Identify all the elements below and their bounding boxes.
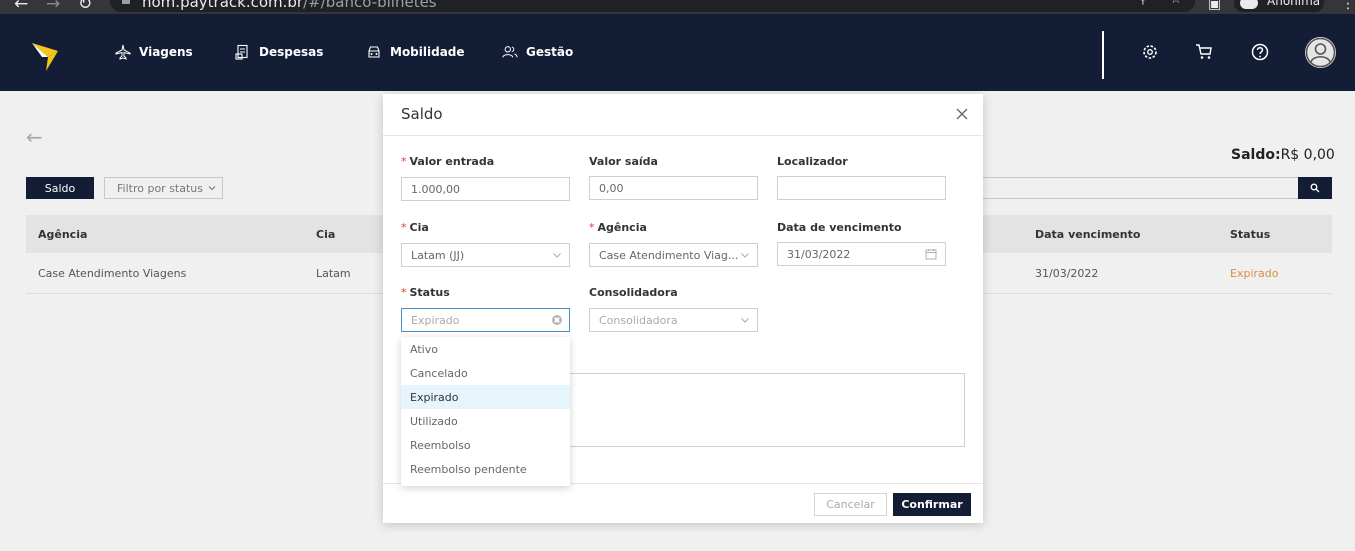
saldo-button[interactable]: Saldo (26, 177, 94, 199)
chevron-down-icon (741, 318, 749, 323)
gear-icon[interactable] (1141, 43, 1159, 61)
consolidadora-label: Consolidadora (589, 286, 678, 299)
confirm-button[interactable]: Confirmar (893, 493, 971, 516)
agencia-label: * Agência (589, 221, 647, 234)
tab-search-icon[interactable]: ▣ (1208, 0, 1221, 14)
col-header-cia[interactable]: Cia (316, 228, 335, 241)
nav-despesas[interactable]: Despesas (235, 44, 323, 60)
agencia-select[interactable]: Case Atendimento Viag... (589, 243, 758, 267)
cell-cia: Latam (316, 267, 351, 280)
profile-label: Anônima (1267, 0, 1321, 8)
status-option-expirado[interactable]: Expirado (401, 385, 570, 409)
status-option-reembolso[interactable]: Reembolso (401, 433, 570, 457)
chevron-down-icon (741, 253, 749, 258)
status-option-cancelado[interactable]: Cancelado (401, 361, 570, 385)
status-select-placeholder: Expirado (411, 313, 460, 327)
chevron-down-icon (208, 186, 216, 191)
profile-pill[interactable]: Anônima (1234, 0, 1324, 12)
browser-menu-icon[interactable]: ⋮ (1341, 0, 1355, 14)
airplane-icon (115, 44, 131, 60)
status-label: * Status (401, 286, 450, 299)
status-filter-label: Filtro por status (117, 181, 203, 195)
cart-icon[interactable] (1195, 43, 1213, 61)
modal-footer: Cancelar Confirmar (383, 483, 983, 523)
incognito-icon (1240, 0, 1258, 9)
status-select[interactable]: Expirado (401, 308, 570, 332)
valor-saida-label: Valor saída (589, 155, 658, 168)
address-bar[interactable]: hom.paytrack.com.br/#/banco-bilhetes ⚲ ☆ (110, 0, 1195, 12)
paytrack-logo-icon[interactable] (30, 39, 60, 73)
col-header-status[interactable]: Status (1230, 228, 1270, 241)
nav-gestao-label: Gestão (526, 45, 574, 59)
app-header: Viagens Despesas Mobilidade Gestão (0, 14, 1355, 91)
browser-reload-icon[interactable]: ↻ (78, 0, 92, 14)
chevron-down-icon (553, 253, 561, 258)
valor-saida-input[interactable]: 0,00 (589, 176, 758, 200)
localizador-label: Localizador (777, 155, 848, 168)
nav-mobilidade[interactable]: Mobilidade (366, 44, 465, 60)
modal-title: Saldo (401, 105, 443, 123)
browser-toolbar: ← → ↻ hom.paytrack.com.br/#/banco-bilhet… (0, 0, 1355, 14)
status-option-ativo[interactable]: Ativo (401, 337, 570, 361)
status-filter-dropdown[interactable]: Filtro por status (104, 177, 223, 199)
cancel-button[interactable]: Cancelar (814, 493, 887, 516)
browser-back-icon[interactable]: ← (14, 0, 28, 14)
user-avatar[interactable] (1305, 37, 1336, 68)
user-icon (1305, 37, 1336, 68)
search-icon[interactable]: ⚲ (1138, 0, 1148, 7)
clear-icon[interactable] (552, 315, 562, 325)
saldo-total: Saldo:R$ 0,00 (1231, 147, 1335, 163)
status-dropdown-menu: Ativo Cancelado Expirado Utilizado Reemb… (401, 337, 570, 486)
localizador-input[interactable] (777, 176, 946, 200)
nav-viagens[interactable]: Viagens (115, 44, 193, 60)
cell-data-vencimento: 31/03/2022 (1035, 267, 1099, 280)
nav-despesas-label: Despesas (259, 45, 324, 59)
cell-agencia: Case Atendimento Viagens (38, 267, 187, 280)
consolidadora-select[interactable]: Consolidadora (589, 308, 758, 332)
header-divider (1102, 31, 1104, 79)
browser-forward-icon[interactable]: → (46, 0, 60, 14)
status-option-reembolso-pendente[interactable]: Reembolso pendente (401, 457, 570, 481)
users-icon (502, 46, 518, 58)
observacao-textarea[interactable] (569, 373, 965, 447)
cia-select[interactable]: Latam (JJ) (401, 243, 570, 267)
lock-icon (122, 0, 130, 4)
modal-header: Saldo (383, 94, 983, 136)
help-icon[interactable] (1251, 43, 1269, 61)
valor-entrada-label: * Valor entrada (401, 155, 495, 168)
cia-label: * Cia (401, 221, 429, 234)
search-icon (1310, 183, 1320, 193)
back-arrow-icon[interactable]: ← (26, 125, 43, 149)
search-input[interactable] (980, 177, 1298, 199)
nav-mobilidade-label: Mobilidade (390, 45, 465, 59)
status-option-utilizado[interactable]: Utilizado (401, 409, 570, 433)
close-icon[interactable] (955, 107, 969, 121)
star-icon[interactable]: ☆ (1170, 0, 1182, 7)
nav-gestao[interactable]: Gestão (502, 44, 573, 60)
col-header-agencia[interactable]: Agência (38, 228, 87, 241)
valor-entrada-input[interactable]: 1.000,00 (401, 177, 570, 201)
calendar-icon[interactable] (925, 248, 937, 260)
nav-viagens-label: Viagens (139, 45, 193, 59)
receipt-icon (235, 44, 248, 60)
col-header-data-vencimento[interactable]: Data vencimento (1035, 228, 1140, 241)
car-icon (368, 46, 380, 58)
search-button[interactable] (1298, 177, 1332, 199)
data-vencimento-label: Data de vencimento (777, 221, 902, 234)
address-url: hom.paytrack.com.br/#/banco-bilhetes (142, 0, 437, 11)
cell-status: Expirado (1230, 267, 1279, 280)
data-vencimento-input[interactable]: 31/03/2022 (777, 242, 946, 266)
